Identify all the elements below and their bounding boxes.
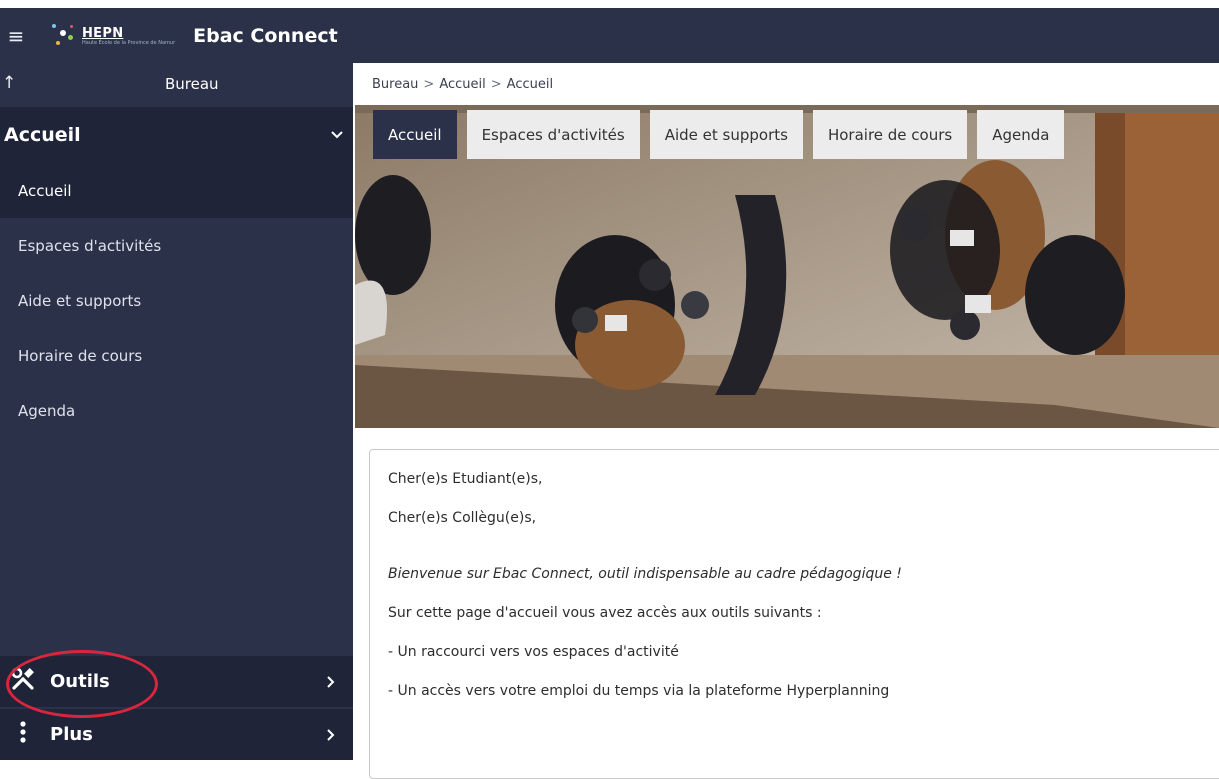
sidebar-item-label: Outils [50,671,110,692]
sidebar-item-horaire[interactable]: Horaire de cours [0,328,353,383]
sidebar-item-agenda[interactable]: Agenda [0,383,353,438]
sidebar-bottom: Outils Plus [0,654,353,760]
tab-label: Accueil [388,125,442,144]
tab-agenda[interactable]: Agenda [977,110,1065,159]
sidebar-section-title: Accueil [4,124,81,146]
sidebar-item-label: Espaces d'activités [18,236,162,255]
sidebar-item-label: Agenda [18,401,76,420]
tab-label: Aide et supports [664,125,788,144]
sidebar-item-label: Accueil [18,181,72,200]
breadcrumb: Bureau > Accueil > Accueil [372,77,554,92]
logo-title: HEPN [82,25,124,41]
tab-label: Espaces d'activités [481,125,625,144]
sidebar-section-accueil[interactable]: Accueil [0,107,353,163]
chevron-down-icon [331,131,343,139]
breadcrumb-item: Accueil [506,77,554,92]
tab-espaces[interactable]: Espaces d'activités [466,110,640,159]
sidebar-item-outils[interactable]: Outils [0,654,353,707]
tool-bullet: - Un raccourci vers vos espaces d'activi… [388,644,679,660]
top-bar: ≡ HEPN Haute École de la Province de Nam… [0,0,1219,63]
sidebar-header-title[interactable]: Bureau [165,75,219,93]
greeting-students: Cher(e)s Etudiant(e)s, [388,471,543,487]
tool-bullet: - Un accès vers votre emploi du temps vi… [388,683,890,699]
tab-label: Horaire de cours [827,125,953,144]
sidebar-item-espaces[interactable]: Espaces d'activités [0,218,353,273]
sidebar: ↑ Bureau Accueil Accueil Espaces d'activ… [0,63,353,760]
tab-label: Agenda [992,125,1050,144]
sidebar-item-label: Horaire de cours [18,346,143,365]
main-content: Bureau > Accueil > Accueil Accueil Espac… [353,63,1219,779]
sidebar-header: ↑ Bureau [0,63,353,107]
breadcrumb-item[interactable]: Accueil [439,77,485,92]
app-title: Ebac Connect [193,24,338,47]
tools-icon [10,667,36,696]
app-header: ≡ HEPN Haute École de la Province de Nam… [0,8,1219,63]
greeting-colleagues: Cher(e)s Collègu(e)s, [388,510,537,526]
sidebar-item-aide[interactable]: Aide et supports [0,273,353,328]
sidebar-item-label: Aide et supports [18,291,142,310]
sidebar-item-label: Plus [50,724,93,745]
welcome-message: Bienvenue sur Ebac Connect, outil indisp… [388,566,902,582]
tab-aide[interactable]: Aide et supports [649,110,803,159]
tab-accueil[interactable]: Accueil [373,110,457,159]
tab-bar: Accueil Espaces d'activités Aide et supp… [373,110,1065,159]
chevron-right-icon [327,675,335,688]
welcome-card: Cher(e)s Etudiant(e)s, Cher(e)s Collègu(… [369,449,1219,779]
logo-subtitle: Haute École de la Province de Namur [82,39,176,46]
tab-horaire[interactable]: Horaire de cours [812,110,968,159]
breadcrumb-item[interactable]: Bureau [372,77,418,92]
sidebar-item-accueil[interactable]: Accueil [0,163,353,218]
menu-hamburger-icon[interactable]: ≡ [0,8,32,63]
more-vertical-icon [10,721,36,748]
arrow-up-icon[interactable]: ↑ [2,73,16,93]
intro-text: Sur cette page d'accueil vous avez accès… [388,605,822,621]
hepn-logo-icon [50,21,78,51]
sidebar-item-plus[interactable]: Plus [0,707,353,760]
chevron-right-icon [327,728,335,741]
hepn-logo[interactable]: HEPN Haute École de la Province de Namur [50,16,175,56]
